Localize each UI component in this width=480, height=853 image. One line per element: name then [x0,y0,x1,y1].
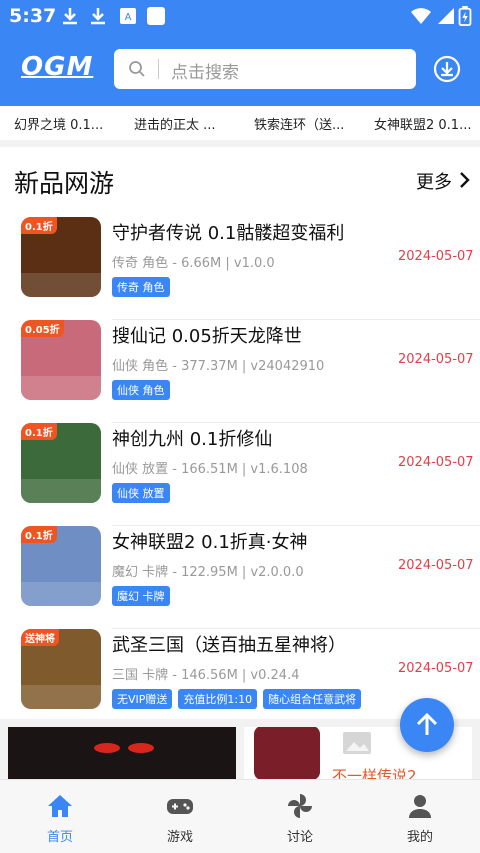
game-title: 守护者传说 0.1骷髅超变福利 [112,223,345,244]
game-thumbnail: 0.1折 [21,217,101,297]
search-divider [158,59,159,79]
game-meta: 三国 卡牌 - 146.56M | v0.24.4 [112,668,300,683]
game-list-item[interactable]: 0.1折 守护者传说 0.1骷髅超变福利 传奇 角色 - 6.66M | v1.… [0,217,480,320]
tab-item[interactable]: 女神联盟2 0.1... [374,114,474,133]
signal-icon [438,8,454,24]
scroll-top-button[interactable] [400,698,454,752]
game-title: 神创九州 0.1折修仙 [112,429,273,450]
tab-item[interactable]: 进击的正太 ... [134,114,234,133]
discount-badge: 0.1折 [21,526,57,543]
nav-games[interactable]: 游戏 [120,780,240,853]
download-notification-icon [91,8,105,25]
game-meta: 传奇 角色 - 6.66M | v1.0.0 [112,256,275,271]
status-time: 5:37 [9,5,57,27]
game-thumbnail: 0.1折 [21,526,101,606]
game-thumbnail: 0.1折 [21,423,101,503]
chevron-right-icon[interactable] [458,171,472,189]
nav-label: 首页 [46,830,73,845]
square-notification-icon [147,7,165,25]
nav-home[interactable]: 首页 [0,780,120,853]
game-list-item[interactable]: 0.05折 搜仙记 0.05折天龙降世 仙侠 角色 - 377.37M | v2… [0,320,480,423]
home-icon [48,795,72,817]
game-meta: 仙侠 放置 - 166.51M | v1.6.108 [112,462,308,477]
nav-discuss[interactable]: 讨论 [240,780,360,853]
pinwheel-icon [288,794,312,818]
game-tag: 仙侠 角色 [112,380,170,400]
download-notification-icon [63,8,77,25]
download-manager-icon[interactable] [433,55,461,83]
game-list-item[interactable]: 0.1折 女神联盟2 0.1折真·女神 魔幻 卡牌 - 122.95M | v2… [0,526,480,629]
new-games-section: 新品网游 更多 0.1折 守护者传说 0.1骷髅超变福利 传奇 角色 - 6.6… [0,147,480,719]
banner-thumbnail [254,727,320,779]
game-date: 2024-05-07 [398,249,474,264]
image-placeholder-icon [343,732,371,754]
game-tabs: 幻界之境 0.1... 进击的正太 ... 铁索连环（送... 女神联盟2 0.… [0,106,480,140]
game-title: 搜仙记 0.05折天龙降世 [112,326,302,347]
game-title: 武圣三国（送百抽五星神将） [112,635,346,656]
game-meta: 魔幻 卡牌 - 122.95M | v2.0.0.0 [112,565,304,580]
nav-label: 讨论 [286,830,313,845]
game-tag: 魔幻 卡牌 [112,586,170,606]
game-date: 2024-05-07 [398,352,474,367]
banner-text: 不一样传说2 [332,767,417,779]
app-notification-icon: A [120,8,136,24]
search-placeholder: 点击搜索 [171,63,239,83]
search-icon [129,61,145,77]
game-tag: 无VIP赠送 [112,689,173,709]
discount-badge: 0.1折 [21,423,57,440]
wifi-icon [411,8,431,24]
tab-item[interactable]: 幻界之境 0.1... [14,114,114,133]
nav-profile[interactable]: 我的 [360,780,480,853]
tab-item[interactable]: 铁索连环（送... [254,114,354,133]
app-header: 5:37 A OGM 点击搜索 [0,0,480,106]
game-tag: 仙侠 放置 [112,483,170,503]
gamepad-icon [167,799,193,814]
banner-art [94,743,120,753]
top-bar: OGM 点击搜索 [0,42,480,96]
user-icon [409,795,431,818]
nav-label: 我的 [406,830,433,845]
battery-icon [458,6,472,26]
nav-label: 游戏 [166,830,193,845]
game-thumbnail: 送神将 [21,629,101,709]
svg-text:A: A [125,12,132,23]
game-tag: 随心组合任意武将 [263,689,362,709]
game-title: 女神联盟2 0.1折真·女神 [112,532,308,553]
banner-art [128,743,154,753]
game-list-item[interactable]: 0.1折 神创九州 0.1折修仙 仙侠 放置 - 166.51M | v1.6.… [0,423,480,526]
search-bar[interactable]: 点击搜索 [114,49,416,89]
game-date: 2024-05-07 [398,661,474,676]
discount-badge: 0.05折 [21,320,64,337]
status-bar: 5:37 A [0,0,480,34]
arrow-up-icon [416,712,438,735]
game-tag: 传奇 角色 [112,277,170,297]
discount-badge: 送神将 [21,629,59,646]
bottom-navigation: 首页 游戏 讨论 我的 [0,779,480,853]
more-link[interactable]: 更多 [416,168,452,194]
discount-badge: 0.1折 [21,217,57,234]
game-meta: 仙侠 角色 - 377.37M | v24042910 [112,359,325,374]
game-tag: 充值比例1:10 [178,689,258,709]
section-title: 新品网游 [14,169,115,198]
game-date: 2024-05-07 [398,558,474,573]
game-thumbnail: 0.05折 [21,320,101,400]
game-date: 2024-05-07 [398,455,474,470]
promo-banner-left[interactable] [8,727,236,779]
app-logo[interactable]: OGM [21,52,93,82]
